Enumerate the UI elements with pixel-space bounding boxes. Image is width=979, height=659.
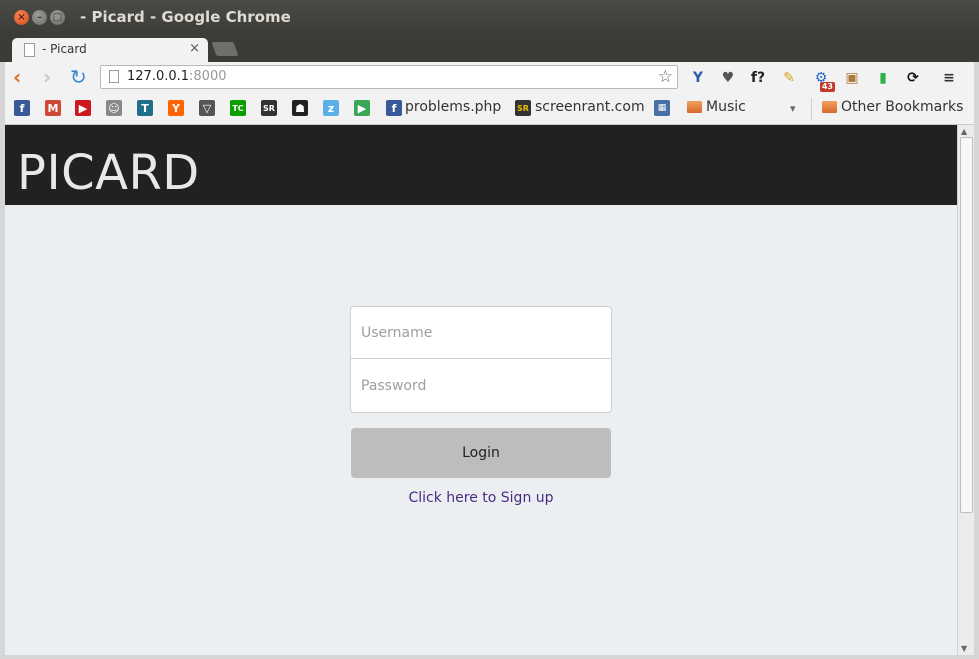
url-text: 127.0.0.1:8000 <box>127 69 227 84</box>
tab-title: - Picard <box>42 42 87 56</box>
z-icon[interactable]: z <box>323 100 339 116</box>
new-tab-button[interactable] <box>211 42 239 56</box>
play-store-icon[interactable]: ▶ <box>354 100 370 116</box>
signup-link[interactable]: Click here to Sign up <box>351 490 611 506</box>
tab-strip: - Picard × <box>0 36 979 62</box>
title-bar: × – □ - Picard - Google Chrome <box>0 0 979 36</box>
bookmark-folder-music[interactable]: Music <box>706 99 746 115</box>
scroll-down-arrow-icon[interactable]: ▼ <box>961 644 967 653</box>
minimize-window-icon[interactable]: – <box>32 10 47 25</box>
techcrunch-icon[interactable]: TC <box>230 100 246 116</box>
page-viewport: PICARD Login Click here to Sign up <box>5 125 957 655</box>
vimium-icon[interactable]: Y <box>688 68 708 88</box>
font-finder-icon[interactable]: f? <box>748 68 768 88</box>
app-brand[interactable]: PICARD <box>17 147 200 199</box>
page-icon <box>24 43 35 57</box>
window-title: - Picard - Google Chrome <box>80 8 291 26</box>
other-bookmarks-folder-icon <box>822 101 837 113</box>
settings-gear-icon[interactable]: ⚙ 43 <box>811 68 835 92</box>
menu-icon[interactable]: ≡ <box>939 68 959 88</box>
bookmarks-divider <box>811 98 812 120</box>
screenrant-icon: SR <box>515 100 531 116</box>
facebook-problems-icon: f <box>386 100 402 116</box>
address-bar[interactable]: 127.0.0.1:8000 ☆ <box>100 65 678 89</box>
bookmark-screenrant[interactable]: screenrant.com <box>535 99 645 115</box>
bookmark-folder-other[interactable]: Other Bookmarks <box>841 99 963 115</box>
browser-window: × – □ - Picard - Google Chrome - Picard … <box>0 0 979 659</box>
youtube-icon[interactable]: ▶ <box>75 100 91 116</box>
tab-picard[interactable]: - Picard × <box>12 38 208 62</box>
extension-badge: 43 <box>819 82 835 92</box>
vertical-scrollbar[interactable]: ▲ ▼ <box>957 125 974 655</box>
bookmarks-overflow-chevron-icon[interactable]: ▾ <box>790 102 796 115</box>
scroll-up-arrow-icon[interactable]: ▲ <box>961 127 967 136</box>
password-input[interactable] <box>351 360 611 412</box>
back-button[interactable]: ‹ <box>13 67 21 87</box>
hacker-news-icon[interactable]: Y <box>168 100 184 116</box>
feedly-icon[interactable]: ▮ <box>873 68 893 88</box>
login-form <box>350 306 612 413</box>
page-info-icon[interactable] <box>109 70 119 83</box>
tab-close-icon[interactable]: × <box>189 41 200 56</box>
browser-toolbar: ‹ › ↻ 127.0.0.1:8000 ☆ Y ♥ f? ✎ ⚙ 43 ▣ ▮ ⟳ ≡ <box>5 62 974 94</box>
sync-icon[interactable]: ⟳ <box>903 68 923 88</box>
reddit-icon[interactable]: ☺ <box>106 100 122 116</box>
forward-button[interactable]: › <box>43 67 51 87</box>
verge-icon[interactable]: ▽ <box>199 100 215 116</box>
notes-icon[interactable]: ✎ <box>779 68 799 88</box>
reload-button[interactable]: ↻ <box>70 67 87 87</box>
scrollbar-thumb[interactable] <box>960 137 973 513</box>
bookmark-star-icon[interactable]: ☆ <box>658 67 673 87</box>
maximize-window-icon[interactable]: □ <box>50 10 65 25</box>
login-button[interactable]: Login <box>351 428 611 478</box>
calendar-icon[interactable]: ▦ <box>654 100 670 116</box>
window-controls: × – □ <box>14 10 65 25</box>
robot-icon[interactable]: ☗ <box>292 100 308 116</box>
t-icon[interactable]: T <box>137 100 153 116</box>
pocket-icon[interactable]: ♥ <box>718 68 738 88</box>
app-header: PICARD <box>5 125 957 205</box>
music-folder-icon <box>687 101 702 113</box>
bookmarks-bar: f M ▶ ☺ T Y ▽ TC SR ☗ z ▶ f problems.php SR screenr… <box>5 94 974 125</box>
evernote-icon[interactable]: ▣ <box>842 68 862 88</box>
facebook-icon[interactable]: f <box>14 100 30 116</box>
bookmark-problems[interactable]: problems.php <box>405 99 501 115</box>
gmail-icon[interactable]: M <box>45 100 61 116</box>
username-input[interactable] <box>351 307 611 359</box>
close-window-icon[interactable]: × <box>14 10 29 25</box>
screenrant-small-icon[interactable]: SR <box>261 100 277 116</box>
